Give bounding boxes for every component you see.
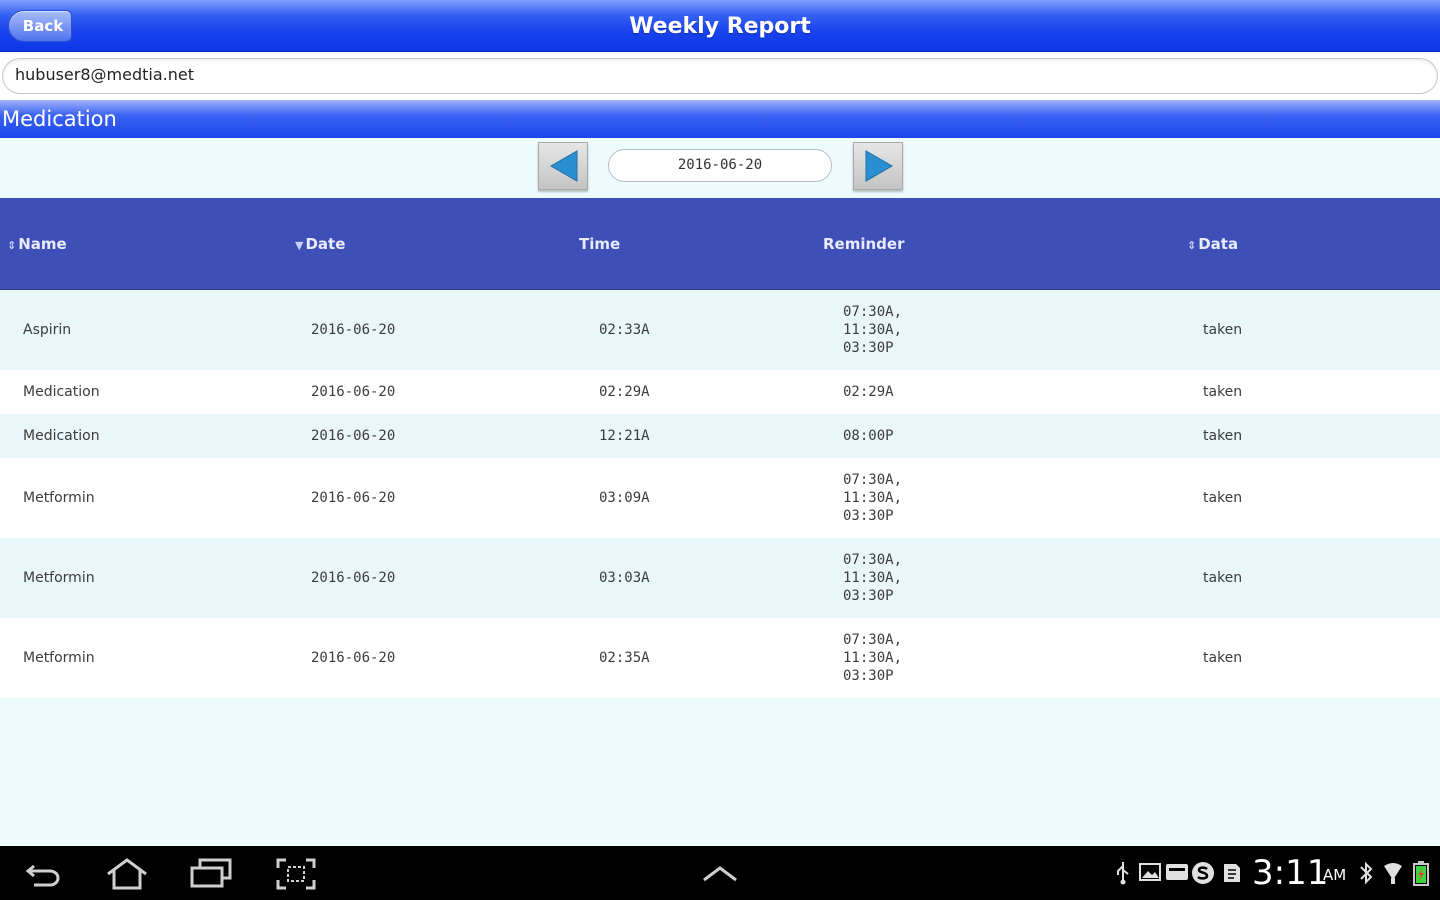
cell-name: Metformin [23, 490, 95, 506]
cell-reminder: 07:30A, 11:30A, 03:30P [843, 472, 903, 524]
cell-data: taken [1203, 570, 1243, 586]
cell-date: 2016-06-20 [311, 384, 396, 400]
empty-area [0, 698, 1440, 846]
wifi-icon [1384, 863, 1402, 884]
cell-time: 02:33A [599, 322, 650, 338]
bluetooth-icon [1360, 861, 1373, 885]
cell-name: Aspirin [23, 322, 72, 338]
cell-reminder: 07:30A, 11:30A, 03:30P [843, 552, 903, 604]
previous-date-button[interactable] [538, 142, 588, 190]
user-email-field[interactable]: hubuser8@medtia.net [2, 58, 1438, 94]
column-header-data[interactable]: ⇕ Data [1187, 198, 1238, 290]
cell-time: 03:09A [599, 490, 650, 506]
user-row: hubuser8@medtia.net [0, 52, 1440, 100]
clock-time: 3:11 [1252, 853, 1329, 893]
next-date-button[interactable] [853, 142, 903, 190]
recent-apps-icon[interactable] [190, 858, 232, 888]
sort-desc-icon: ▼ [295, 239, 304, 252]
cell-data: taken [1203, 384, 1243, 400]
cell-data: taken [1203, 322, 1243, 338]
table-row[interactable]: Medication 2016-06-20 02:29A 02:29A take… [0, 370, 1440, 414]
chevron-up-icon[interactable] [702, 864, 738, 884]
date-navigator: 2016-06-20 [0, 138, 1440, 198]
evernote-icon [1224, 864, 1240, 882]
sort-both-icon: ⇕ [7, 239, 17, 252]
back-button-label: Back [22, 17, 64, 35]
cell-date: 2016-06-20 [311, 650, 396, 666]
image-notification-icon [1139, 863, 1161, 881]
table-row[interactable]: Aspirin 2016-06-20 02:33A 07:30A, 11:30A… [0, 290, 1440, 370]
cell-name: Medication [23, 428, 100, 444]
table-header: ⇕ Name ▼ Date Time Reminder ⇕ Data [0, 198, 1440, 290]
cell-name: Metformin [23, 650, 95, 666]
column-header-date[interactable]: ▼ Date [295, 198, 345, 290]
skype-icon [1192, 862, 1214, 884]
cell-time: 03:03A [599, 570, 650, 586]
cell-reminder: 08:00P [843, 428, 894, 444]
sort-both-icon: ⇕ [1187, 239, 1197, 252]
cell-reminder: 07:30A, 11:30A, 03:30P [843, 304, 903, 356]
table-row[interactable]: Medication 2016-06-20 12:21A 08:00P take… [0, 414, 1440, 458]
cell-time: 12:21A [599, 428, 650, 444]
column-header-name[interactable]: ⇕ Name [7, 198, 67, 290]
home-nav-icon[interactable] [104, 858, 150, 890]
cell-date: 2016-06-20 [311, 428, 396, 444]
current-date-field[interactable]: 2016-06-20 [608, 149, 832, 182]
system-navigation-bar: 3:11 AM [0, 846, 1440, 900]
cell-reminder: 07:30A, 11:30A, 03:30P [843, 632, 903, 684]
cell-data: taken [1203, 428, 1243, 444]
cell-data: taken [1203, 650, 1243, 666]
cell-time: 02:29A [599, 384, 650, 400]
notification-icon [1166, 864, 1188, 880]
cell-data: taken [1203, 490, 1243, 506]
screenshot-icon[interactable] [276, 858, 316, 890]
cell-name: Metformin [23, 570, 95, 586]
table-row[interactable]: Metformin 2016-06-20 03:03A 07:30A, 11:3… [0, 538, 1440, 618]
column-header-reminder: Reminder [823, 235, 905, 253]
table-row[interactable]: Metformin 2016-06-20 03:09A 07:30A, 11:3… [0, 458, 1440, 538]
page-title: Weekly Report [629, 13, 811, 39]
cell-date: 2016-06-20 [311, 570, 396, 586]
section-header: Medication [0, 100, 1440, 138]
battery-icon [1413, 861, 1429, 886]
back-button[interactable]: Back [8, 10, 72, 42]
column-header-time: Time [579, 235, 621, 253]
cell-name: Medication [23, 384, 100, 400]
clock-ampm: AM [1323, 866, 1347, 884]
back-nav-icon[interactable] [24, 858, 64, 888]
cell-time: 02:35A [599, 650, 650, 666]
cell-reminder: 02:29A [843, 384, 894, 400]
cell-date: 2016-06-20 [311, 322, 396, 338]
usb-icon [1117, 862, 1129, 885]
cell-date: 2016-06-20 [311, 490, 396, 506]
table-row[interactable]: Metformin 2016-06-20 02:35A 07:30A, 11:3… [0, 618, 1440, 698]
arrow-right-icon [865, 150, 894, 182]
arrow-left-icon [549, 150, 578, 182]
title-bar: Back Weekly Report [0, 0, 1440, 52]
